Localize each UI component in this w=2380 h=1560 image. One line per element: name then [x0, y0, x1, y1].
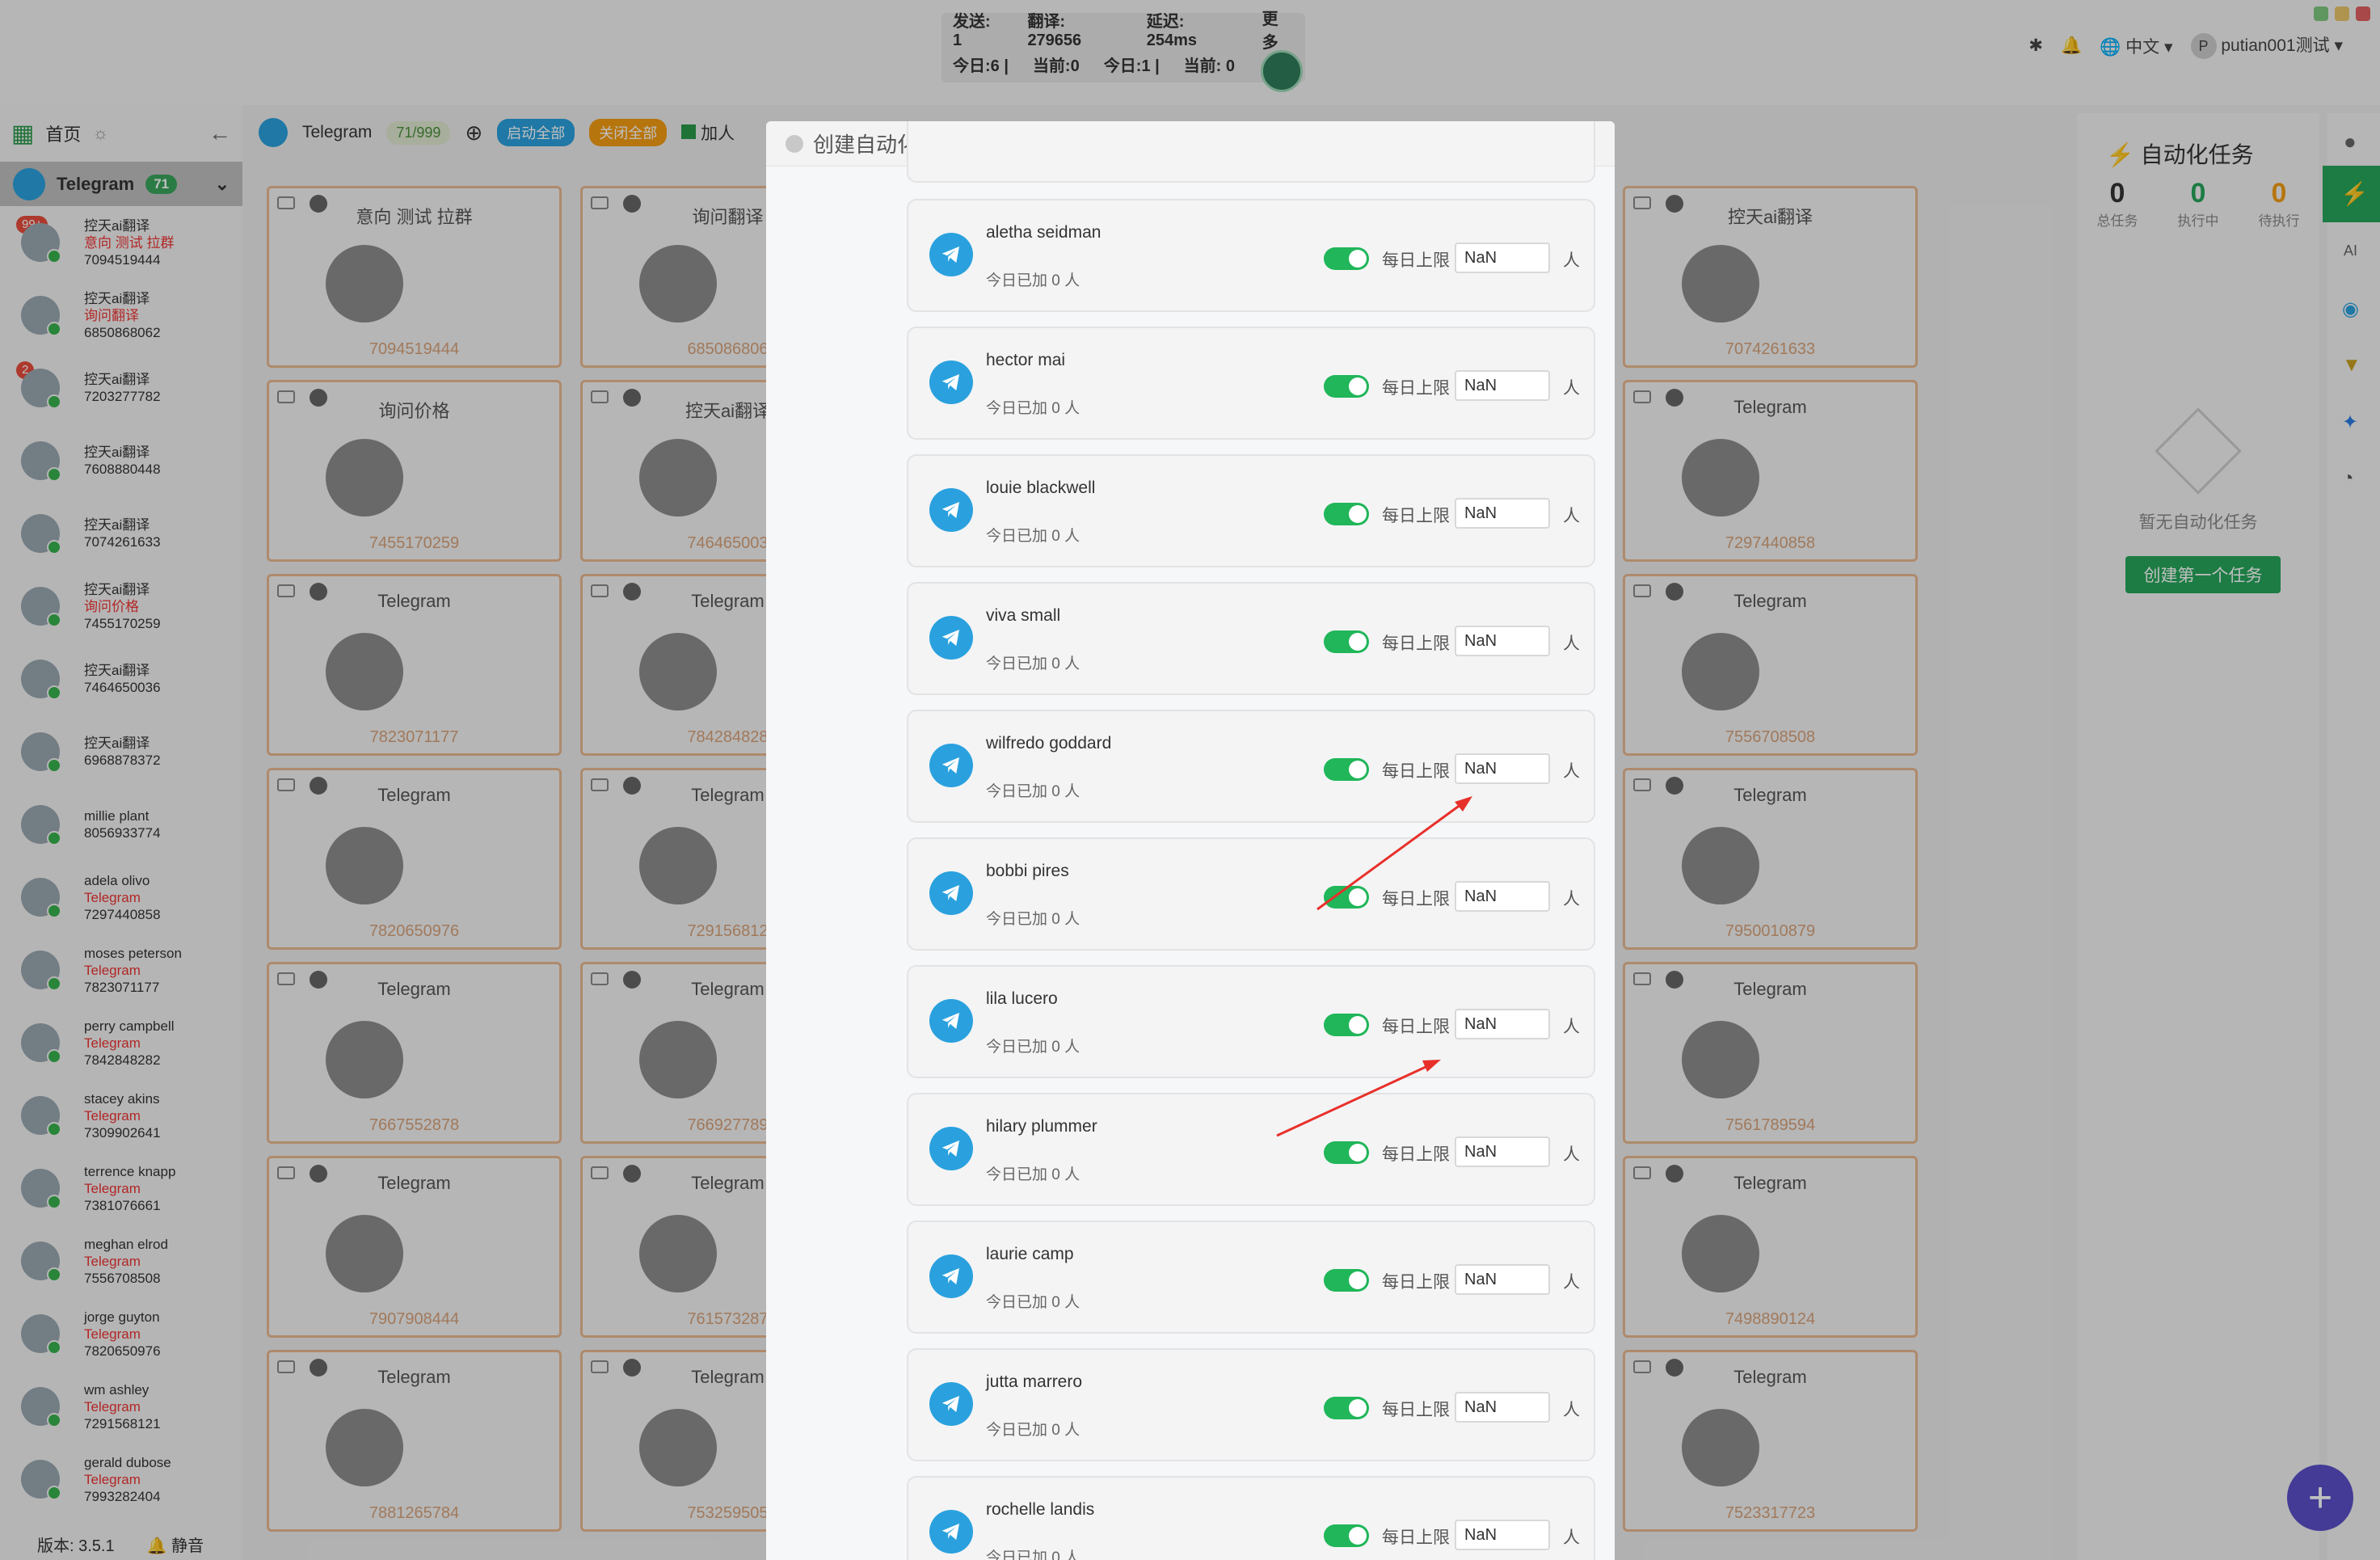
unit-label: 人: [1563, 1018, 1580, 1036]
daily-limit-input[interactable]: NaN: [1455, 370, 1550, 401]
enable-toggle[interactable]: [1324, 1269, 1369, 1292]
limit-label: 每日上限: [1382, 251, 1450, 270]
account-row: bobbi pires 今日已加 0 人 每日上限 NaN 人: [907, 837, 1595, 951]
enable-toggle[interactable]: [1324, 1014, 1369, 1036]
account-row: aletha seidman 今日已加 0 人 每日上限 NaN 人: [907, 199, 1595, 312]
account-row-partial: [907, 121, 1595, 183]
account-today: 今日已加 0 人: [986, 1549, 1080, 1560]
limit-label: 每日上限: [1382, 507, 1450, 525]
telegram-icon: [929, 1127, 973, 1170]
limit-label: 每日上限: [1382, 1273, 1450, 1292]
telegram-icon: [929, 360, 973, 404]
daily-limit-input[interactable]: NaN: [1455, 1009, 1550, 1039]
daily-limit-input[interactable]: NaN: [1455, 881, 1550, 912]
telegram-icon: [929, 1382, 973, 1426]
enable-toggle[interactable]: [1324, 758, 1369, 781]
unit-label: 人: [1563, 890, 1580, 909]
account-today: 今日已加 0 人: [986, 272, 1080, 289]
limit-label: 每日上限: [1382, 1528, 1450, 1547]
modal-body: aletha seidman 今日已加 0 人 每日上限 NaN 人 hecto…: [766, 121, 1615, 1560]
account-name: rochelle landis: [986, 1500, 1095, 1519]
daily-limit-input[interactable]: NaN: [1455, 1136, 1550, 1167]
telegram-icon: [929, 1254, 973, 1298]
unit-label: 人: [1563, 1145, 1580, 1164]
account-row: wilfredo goddard 今日已加 0 人 每日上限 NaN 人: [907, 710, 1595, 823]
account-today: 今日已加 0 人: [986, 783, 1080, 800]
unit-label: 人: [1563, 1273, 1580, 1292]
account-row: lila lucero 今日已加 0 人 每日上限 NaN 人: [907, 965, 1595, 1078]
telegram-icon: [929, 616, 973, 660]
account-today: 今日已加 0 人: [986, 656, 1080, 672]
account-name: jutta marrero: [986, 1372, 1083, 1391]
account-row: hector mai 今日已加 0 人 每日上限 NaN 人: [907, 327, 1595, 440]
enable-toggle[interactable]: [1324, 247, 1369, 270]
telegram-icon: [929, 488, 973, 532]
limit-label: 每日上限: [1382, 762, 1450, 781]
account-row: louie blackwell 今日已加 0 人 每日上限 NaN 人: [907, 454, 1595, 567]
daily-limit-input[interactable]: NaN: [1455, 242, 1550, 273]
daily-limit-input[interactable]: NaN: [1455, 1264, 1550, 1295]
limit-label: 每日上限: [1382, 1018, 1450, 1036]
telegram-icon: [929, 871, 973, 915]
enable-toggle[interactable]: [1324, 375, 1369, 398]
unit-label: 人: [1563, 635, 1580, 653]
limit-label: 每日上限: [1382, 890, 1450, 909]
account-row: viva small 今日已加 0 人 每日上限 NaN 人: [907, 582, 1595, 695]
account-name: viva small: [986, 606, 1061, 625]
daily-limit-input[interactable]: NaN: [1455, 1392, 1550, 1423]
limit-label: 每日上限: [1382, 635, 1450, 653]
account-today: 今日已加 0 人: [986, 1422, 1080, 1439]
telegram-icon: [929, 1510, 973, 1554]
account-name: louie blackwell: [986, 479, 1096, 497]
account-name: aletha seidman: [986, 223, 1102, 242]
enable-toggle[interactable]: [1324, 630, 1369, 653]
unit-label: 人: [1563, 251, 1580, 270]
enable-toggle[interactable]: [1324, 503, 1369, 525]
account-row: jutta marrero 今日已加 0 人 每日上限 NaN 人: [907, 1348, 1595, 1461]
daily-limit-input[interactable]: NaN: [1455, 498, 1550, 529]
telegram-icon: [929, 744, 973, 787]
daily-limit-input[interactable]: NaN: [1455, 1520, 1550, 1550]
modal-dot-icon: [786, 134, 803, 153]
unit-label: 人: [1563, 379, 1580, 398]
telegram-icon: [929, 233, 973, 276]
limit-label: 每日上限: [1382, 1145, 1450, 1164]
account-name: lila lucero: [986, 989, 1058, 1008]
account-today: 今日已加 0 人: [986, 911, 1080, 928]
unit-label: 人: [1563, 1528, 1580, 1547]
account-name: hector mai: [986, 351, 1066, 369]
enable-toggle[interactable]: [1324, 1397, 1369, 1419]
account-today: 今日已加 0 人: [986, 1166, 1080, 1183]
limit-label: 每日上限: [1382, 379, 1450, 398]
create-task-modal: 创建自动化任务 ✕ aletha seidman 今日已加 0 人 每日上限 N…: [766, 121, 1615, 1560]
enable-toggle[interactable]: [1324, 1524, 1369, 1547]
telegram-icon: [929, 999, 973, 1043]
unit-label: 人: [1563, 507, 1580, 525]
enable-toggle[interactable]: [1324, 1141, 1369, 1164]
account-name: laurie camp: [986, 1245, 1074, 1263]
unit-label: 人: [1563, 762, 1580, 781]
limit-label: 每日上限: [1382, 1401, 1450, 1419]
account-today: 今日已加 0 人: [986, 1039, 1080, 1056]
account-row: hilary plummer 今日已加 0 人 每日上限 NaN 人: [907, 1093, 1595, 1206]
account-today: 今日已加 0 人: [986, 1294, 1080, 1311]
account-row: laurie camp 今日已加 0 人 每日上限 NaN 人: [907, 1221, 1595, 1334]
unit-label: 人: [1563, 1401, 1580, 1419]
account-today: 今日已加 0 人: [986, 400, 1080, 417]
enable-toggle[interactable]: [1324, 886, 1369, 909]
account-row: rochelle landis 今日已加 0 人 每日上限 NaN 人: [907, 1476, 1595, 1560]
daily-limit-input[interactable]: NaN: [1455, 753, 1550, 784]
account-name: bobbi pires: [986, 862, 1069, 880]
account-name: hilary plummer: [986, 1117, 1097, 1136]
account-today: 今日已加 0 人: [986, 528, 1080, 545]
account-name: wilfredo goddard: [986, 734, 1112, 753]
daily-limit-input[interactable]: NaN: [1455, 626, 1550, 656]
